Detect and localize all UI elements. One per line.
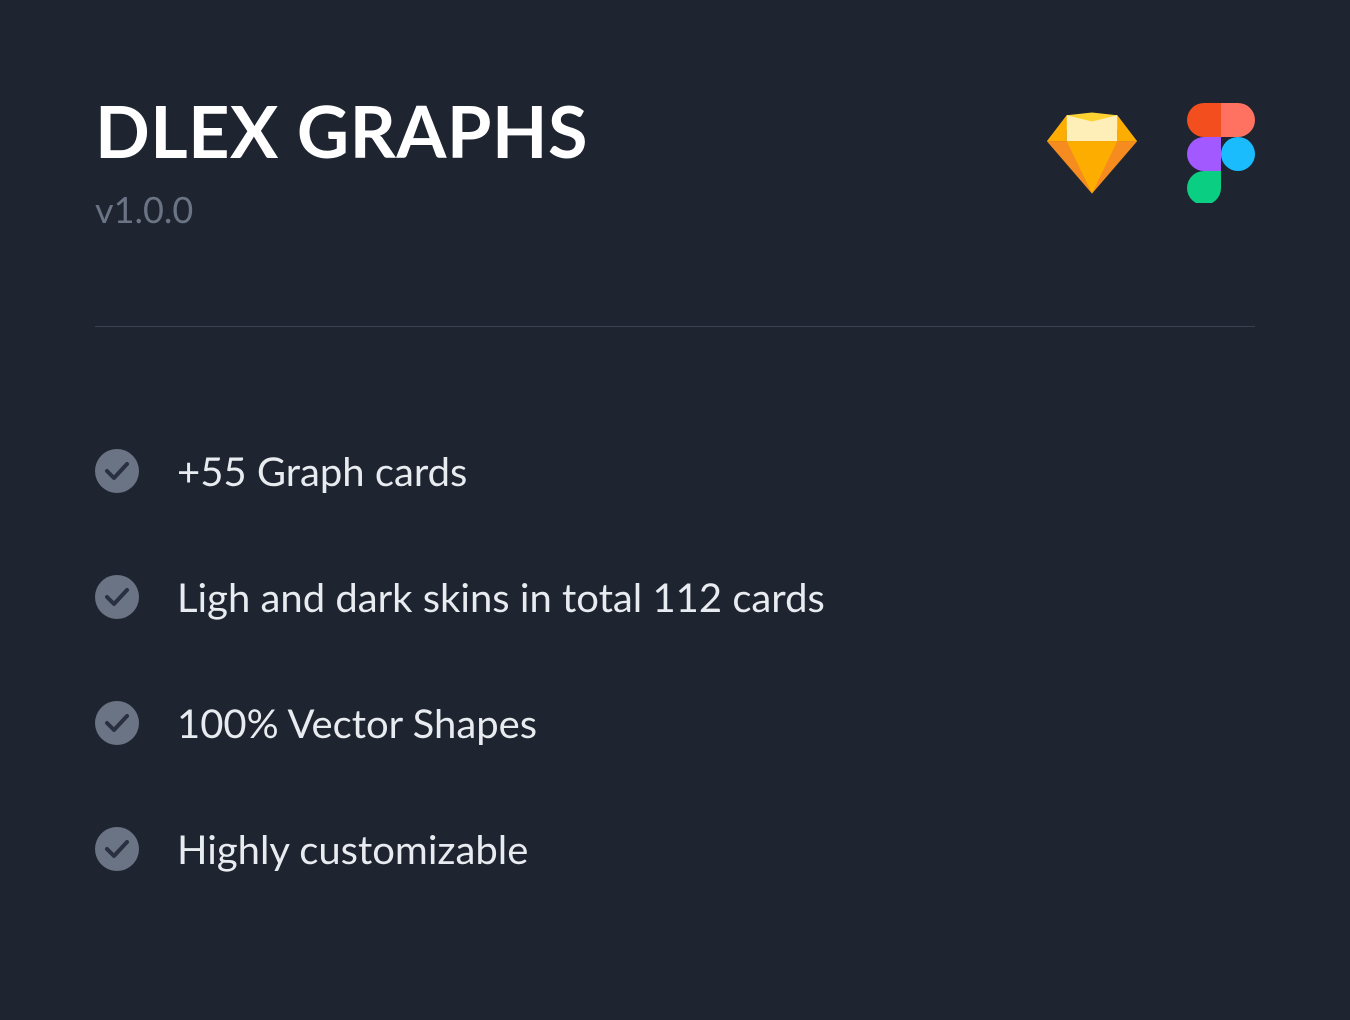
check-icon (95, 701, 139, 745)
feature-item: Highly customizable (95, 825, 1255, 873)
feature-text: 100% Vector Shapes (177, 699, 537, 747)
title-block: DLEX GRAPHS v1.0.0 (95, 95, 588, 231)
tool-icons (1047, 95, 1255, 203)
feature-text: Ligh and dark skins in total 112 cards (177, 573, 825, 621)
figma-icon (1187, 103, 1255, 203)
feature-item: +55 Graph cards (95, 447, 1255, 495)
divider (95, 326, 1255, 327)
sketch-icon (1047, 112, 1137, 194)
header: DLEX GRAPHS v1.0.0 (95, 95, 1255, 231)
page-title: DLEX GRAPHS (95, 95, 588, 167)
check-icon (95, 827, 139, 871)
version-label: v1.0.0 (95, 187, 588, 231)
feature-item: 100% Vector Shapes (95, 699, 1255, 747)
feature-item: Ligh and dark skins in total 112 cards (95, 573, 1255, 621)
feature-text: Highly customizable (177, 825, 528, 873)
check-icon (95, 575, 139, 619)
check-icon (95, 449, 139, 493)
features-list: +55 Graph cards Ligh and dark skins in t… (95, 447, 1255, 873)
feature-text: +55 Graph cards (177, 447, 467, 495)
